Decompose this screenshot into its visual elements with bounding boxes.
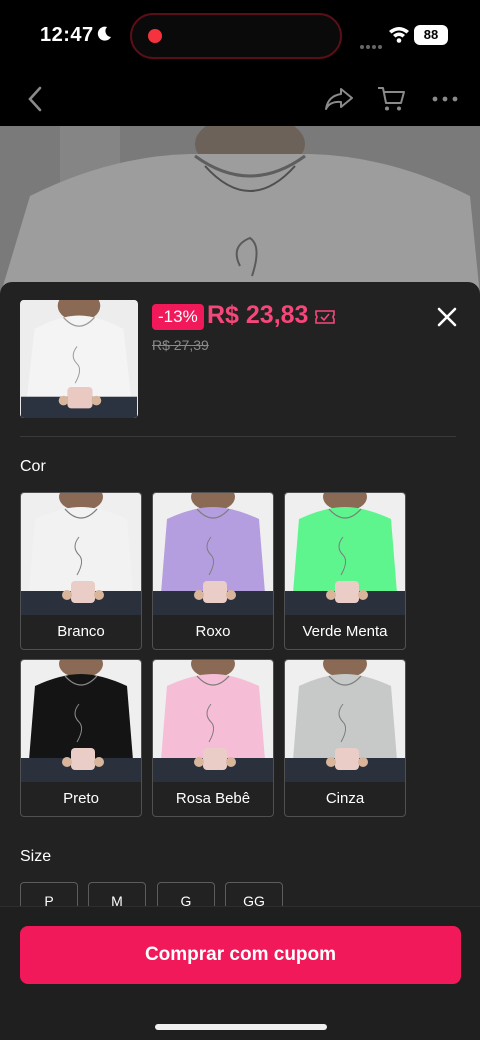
hero-shirt-image: [0, 126, 480, 296]
cart-icon: [378, 87, 405, 111]
color-section-label: Cor: [20, 458, 46, 475]
color-option-label: Rosa Bebê: [175, 790, 251, 807]
status-time: 12:47: [40, 24, 94, 46]
color-option-label: Cinza: [325, 790, 365, 807]
product-hero-image[interactable]: [0, 126, 480, 296]
color-option-preto[interactable]: Preto: [20, 659, 142, 817]
close-icon[interactable]: [434, 304, 460, 330]
color-option-label: Roxo: [195, 623, 231, 640]
color-option-verde-menta[interactable]: Verde Menta: [284, 492, 406, 650]
discount-badge: -13%: [152, 304, 204, 330]
coupon-icon[interactable]: [315, 310, 335, 324]
divider: [20, 436, 456, 437]
color-option-roxo[interactable]: Roxo: [152, 492, 274, 650]
current-price: R$ 23,83: [207, 301, 309, 329]
color-option-label: Branco: [57, 623, 105, 640]
dynamic-island: [130, 13, 342, 59]
buy-with-coupon-button[interactable]: Comprar com cupom: [20, 926, 461, 984]
more-options-button[interactable]: [430, 84, 460, 114]
top-navigation: [0, 72, 480, 126]
color-option-branco[interactable]: Branco: [20, 492, 142, 650]
recording-indicator-icon: [148, 29, 162, 43]
color-option-rosa-bebe[interactable]: Rosa Bebê: [152, 659, 274, 817]
moon-icon: [97, 26, 111, 41]
wifi-icon: [389, 27, 409, 43]
color-option-image: [21, 493, 141, 615]
back-button[interactable]: [20, 84, 50, 114]
original-price: R$ 27,39: [152, 337, 209, 353]
status-bar: 12:47 88: [0, 0, 480, 72]
color-option-image: [21, 660, 141, 782]
color-option-image: [285, 493, 405, 615]
cellular-signal-icon: [360, 36, 384, 54]
size-section-label: Size: [20, 848, 52, 865]
selected-product-thumbnail: [20, 300, 138, 418]
more-icon: [432, 96, 458, 102]
chevron-left-icon: [28, 86, 42, 112]
share-button[interactable]: [324, 84, 354, 114]
home-indicator: [155, 1024, 327, 1030]
share-icon: [325, 88, 353, 110]
color-option-image: [153, 660, 273, 782]
color-option-image: [285, 660, 405, 782]
cart-button[interactable]: [376, 84, 406, 114]
battery-indicator: 88: [414, 25, 448, 45]
color-option-label: Verde Menta: [302, 623, 388, 640]
color-option-label: Preto: [63, 790, 99, 807]
color-option-image: [153, 493, 273, 615]
color-option-cinza[interactable]: Cinza: [284, 659, 406, 817]
